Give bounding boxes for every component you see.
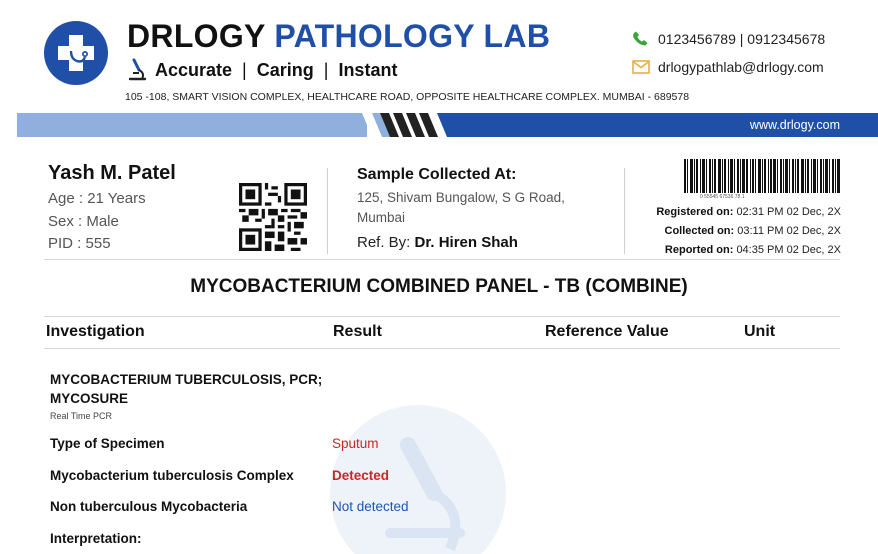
column-divider xyxy=(327,168,328,254)
row-value-ntm: Not detected xyxy=(332,499,409,514)
barcode-number: 0 55545 67536 78 1 xyxy=(700,194,745,200)
patient-pid: PID : 555 xyxy=(48,235,111,252)
microscope-icon xyxy=(128,58,147,81)
referring-doctor: Ref. By: Dr. Hiren Shah xyxy=(357,234,607,251)
tagline-instant: Instant xyxy=(338,59,398,80)
test-method: Real Time PCR xyxy=(50,411,113,421)
mail-icon xyxy=(632,60,650,74)
section-divider xyxy=(44,259,840,260)
sample-title: Sample Collected At: xyxy=(357,166,517,183)
registered-date: Registered on: 02:31 PM 02 Dec, 2X xyxy=(656,206,841,218)
phone-numbers[interactable]: 0123456789 | 0912345678 xyxy=(658,31,825,47)
sample-address-line1: 125, Shivam Bungalow, S G Road, xyxy=(357,190,565,205)
table-top-border xyxy=(44,316,840,317)
reported-date: Reported on: 04:35 PM 02 Dec, 2X xyxy=(664,244,841,256)
header-band xyxy=(17,113,878,137)
table-header-border xyxy=(44,348,840,349)
sample-info: Sample Collected At: 125, Shivam Bungalo… xyxy=(357,166,607,251)
tagline-caring: Caring xyxy=(256,59,314,80)
patient-name: Yash M. Patel xyxy=(48,162,176,184)
ref-doctor-name: Dr. Hiren Shah xyxy=(414,234,518,251)
sample-address-line2: Mumbai xyxy=(357,210,406,225)
qr-code-icon xyxy=(239,183,307,251)
column-divider xyxy=(624,168,625,254)
lab-name-part2: PATHOLOGY LAB xyxy=(274,18,551,54)
header-reference-value: Reference Value xyxy=(545,323,669,340)
row-value-mtb-complex: Detected xyxy=(332,468,390,483)
email-link[interactable]: drlogypathlab@drlogy.com xyxy=(658,59,824,75)
tagline-separator: | xyxy=(242,59,247,80)
collected-date: Collected on: 03:11 PM 02 Dec, 2X xyxy=(664,225,841,237)
header-investigation: Investigation xyxy=(46,323,145,340)
lab-contact: 0123456789 | 0912345678 drlogypathlab@dr… xyxy=(632,28,825,78)
tagline-separator: | xyxy=(323,59,329,80)
patient-info: Yash M. Patel Age : 21 Years Sex : Male … xyxy=(48,162,176,256)
test-name-line2: MYCOSURE xyxy=(50,391,129,406)
lab-address: 105 -108, SMART VISION COMPLEX, HEALTHCA… xyxy=(125,91,690,103)
test-name-line1: MYCOBACTERIUM TUBERCULOSIS, PCR; xyxy=(50,372,323,387)
row-label-ntm: Non tuberculous Mycobacteria xyxy=(50,499,248,514)
lab-tagline: Accurate | Caring | Instant xyxy=(127,58,397,82)
row-label-specimen: Type of Specimen xyxy=(50,436,165,451)
patient-sex: Sex : Male xyxy=(48,212,119,230)
tagline-accurate: Accurate xyxy=(155,59,233,80)
lab-logo xyxy=(44,21,108,85)
report-dates: Registered on: 02:31 PM 02 Dec, 2X Colle… xyxy=(656,203,841,260)
row-value-specimen: Sputum xyxy=(332,436,379,451)
barcode-icon xyxy=(684,159,840,193)
report-title: MYCOBACTERIUM COMBINED PANEL - TB (COMBI… xyxy=(190,276,688,297)
website-link[interactable]: www.drlogy.com xyxy=(750,118,840,132)
lab-name: DRLOGY PATHOLOGY LAB xyxy=(127,18,550,55)
phone-icon xyxy=(633,31,648,46)
patient-age: Age : 21 Years xyxy=(48,190,146,207)
lab-name-part1: DRLOGY xyxy=(127,18,266,54)
row-label-mtb-complex: Mycobacterium tuberculosis Complex xyxy=(50,468,294,483)
header-result: Result xyxy=(333,323,382,340)
interpretation-label: Interpretation: xyxy=(50,531,142,546)
ref-label: Ref. By: xyxy=(357,234,411,251)
medical-cross-icon xyxy=(58,35,94,71)
header-unit: Unit xyxy=(744,323,776,340)
